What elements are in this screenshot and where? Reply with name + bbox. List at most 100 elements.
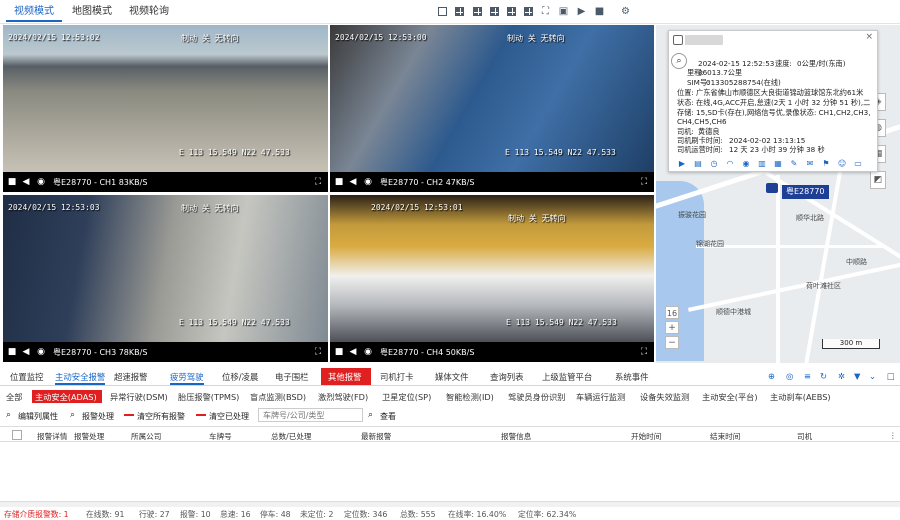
subtab-all[interactable]: 全部 xyxy=(6,391,22,403)
target-icon[interactable]: ◎ xyxy=(786,371,793,381)
search-input[interactable] xyxy=(258,408,363,422)
subtab-adas[interactable]: 主动安全(ADAS) xyxy=(35,391,97,403)
map-measure-icon[interactable]: ◩ xyxy=(870,171,886,189)
subtab-id[interactable]: 智能检测(ID) xyxy=(446,391,494,403)
vehicle-label[interactable]: 粤E28770 xyxy=(782,185,829,199)
wrench-icon[interactable]: ✎ xyxy=(789,159,799,169)
column-header[interactable]: 报警详情 xyxy=(37,431,67,442)
tab-fatigue-driving[interactable]: 疲劳驾驶 xyxy=(170,371,204,385)
clear-all-button[interactable]: 清空所有报警 xyxy=(137,411,185,422)
collapse-icon[interactable]: ⌄ xyxy=(869,371,876,381)
tab-video-polling[interactable]: 视频轮询 xyxy=(121,4,177,22)
column-header[interactable]: 司机 xyxy=(797,431,812,442)
tab-upper-platform[interactable]: 上级监管平台 xyxy=(542,371,592,383)
subtab-dsm[interactable]: 异常行驶(DSM) xyxy=(110,391,168,403)
user-icon[interactable]: ☺ xyxy=(837,159,847,169)
subtab-aebs[interactable]: 主动刹车(AEBS) xyxy=(770,391,831,403)
settings-icon[interactable]: ⚙ xyxy=(620,6,631,17)
record-stop-icon[interactable]: ■ xyxy=(334,177,344,187)
edit-columns-button[interactable]: 编辑列属性 xyxy=(18,411,58,422)
grid-icon[interactable]: ▦ xyxy=(773,159,783,169)
snapshot-icon[interactable]: ▣ xyxy=(558,6,569,17)
volume-icon[interactable]: ◀ xyxy=(348,347,358,357)
layout-3x3-icon[interactable] xyxy=(472,6,483,17)
tab-system-events[interactable]: 系统事件 xyxy=(615,371,649,383)
camera-icon[interactable]: ◉ xyxy=(36,177,46,187)
horizontal-scrollbar[interactable] xyxy=(0,501,900,507)
subtab-driver-id[interactable]: 驾驶员身份识别 xyxy=(508,391,565,403)
subtab-sp[interactable]: 卫星定位(SP) xyxy=(382,391,431,403)
volume-icon[interactable]: ◀ xyxy=(21,347,31,357)
video-panel-ch1[interactable]: 2024/02/15 12:53:02 制动 关 无转向 E 113 15.54… xyxy=(3,25,328,192)
column-header[interactable]: 总数/已处理 xyxy=(271,431,312,442)
column-header[interactable]: 所属公司 xyxy=(131,431,161,442)
subtab-fd[interactable]: 激烈驾驶(FD) xyxy=(318,391,368,403)
close-icon[interactable]: × xyxy=(865,32,873,42)
layout-5x5-icon[interactable] xyxy=(506,6,517,17)
tab-video-mode[interactable]: 视频模式 xyxy=(6,4,62,22)
record-stop-icon[interactable]: ■ xyxy=(7,177,17,187)
settings-icon[interactable]: ✲ xyxy=(838,371,845,381)
layout-2x2-icon[interactable] xyxy=(454,6,465,17)
select-all-checkbox[interactable] xyxy=(12,430,22,440)
column-header[interactable]: 车牌号 xyxy=(209,431,232,442)
window-icon[interactable]: □ xyxy=(887,371,895,381)
file-icon[interactable]: ▥ xyxy=(757,159,767,169)
play-icon[interactable]: ▶ xyxy=(576,6,587,17)
volume-icon[interactable]: ◀ xyxy=(21,177,31,187)
fullscreen-icon[interactable]: ⛶ xyxy=(313,347,323,357)
video-panel-ch4[interactable]: 2024/02/15 12:53:01 制动 关 无转向 E 113 15.54… xyxy=(330,195,654,362)
volume-icon[interactable]: ◀ xyxy=(348,177,358,187)
record-stop-icon[interactable]: ■ xyxy=(7,347,17,357)
tab-media-files[interactable]: 媒体文件 xyxy=(435,371,469,383)
camera-icon[interactable]: ◉ xyxy=(363,347,373,357)
subtab-platform-safety[interactable]: 主动安全(平台) xyxy=(702,391,758,403)
subtab-vehicle-monitor[interactable]: 车辆运行监测 xyxy=(576,391,625,403)
tab-query-list[interactable]: 查询列表 xyxy=(490,371,524,383)
column-header[interactable]: 最新报警 xyxy=(361,431,391,442)
tab-location-monitoring[interactable]: 位置监控 xyxy=(10,371,44,383)
stop-icon[interactable]: ■ xyxy=(594,6,605,17)
monitor-icon[interactable]: ▭ xyxy=(853,159,863,169)
clear-handled-button[interactable]: 清空已处理 xyxy=(209,411,249,422)
zoom-in-button[interactable]: + xyxy=(665,321,679,334)
zoom-out-button[interactable]: − xyxy=(665,336,679,349)
tab-other-alarm[interactable]: 其他报警 xyxy=(328,371,362,383)
flag-icon[interactable]: ⚑ xyxy=(821,159,831,169)
camera-icon[interactable]: ◉ xyxy=(36,347,46,357)
column-header[interactable]: 结束时间 xyxy=(710,431,740,442)
column-header[interactable]: 开始时间 xyxy=(631,431,661,442)
video-play-icon[interactable]: ▶ xyxy=(677,159,687,169)
alarm-handle-button[interactable]: 报警处理 xyxy=(82,411,114,422)
history-icon[interactable]: ◷ xyxy=(709,159,719,169)
camera-icon[interactable]: ◉ xyxy=(363,177,373,187)
subtab-device-failure[interactable]: 设备失效监测 xyxy=(640,391,689,403)
layout-1x1-icon[interactable] xyxy=(437,6,448,17)
record-stop-icon[interactable]: ■ xyxy=(334,347,344,357)
layout-6x6-icon[interactable] xyxy=(523,6,534,17)
tab-driver-checkin[interactable]: 司机打卡 xyxy=(380,371,414,383)
column-header[interactable]: 报警信息 xyxy=(501,431,531,442)
tab-geofence[interactable]: 电子围栏 xyxy=(275,371,309,383)
fullscreen-icon[interactable]: ⛶ xyxy=(639,347,649,357)
subtab-tpms[interactable]: 胎压报警(TPMS) xyxy=(178,391,239,403)
layout-4x4-icon[interactable] xyxy=(489,6,500,17)
refresh-icon[interactable]: ↻ xyxy=(820,371,827,381)
fullscreen-icon[interactable]: ⛶ xyxy=(540,6,551,17)
video-panel-ch2[interactable]: 2024/02/15 12:53:00 制动 关 无转向 E 113 15.54… xyxy=(330,25,654,192)
tab-map-mode[interactable]: 地图模式 xyxy=(64,4,120,22)
vehicle-marker-icon[interactable] xyxy=(766,183,778,193)
fullscreen-icon[interactable]: ⛶ xyxy=(639,177,649,187)
video-panel-ch3[interactable]: 2024/02/15 12:53:03 制动 关 无转向 E 113 15.54… xyxy=(3,195,328,362)
tab-active-safety-alarm[interactable]: 主动安全报警 xyxy=(55,371,106,385)
locate-icon[interactable]: ⊕ xyxy=(768,371,775,381)
camera-icon[interactable]: ◉ xyxy=(741,159,751,169)
search-icon[interactable]: ⌕ xyxy=(671,53,687,69)
tab-speed-alarm[interactable]: 超速报警 xyxy=(114,371,148,383)
message-icon[interactable]: ✉ xyxy=(805,159,815,169)
fullscreen-icon[interactable]: ⛶ xyxy=(313,177,323,187)
column-header[interactable]: 报警处理 xyxy=(74,431,104,442)
document-icon[interactable]: ▤ xyxy=(693,159,703,169)
view-button[interactable]: 查看 xyxy=(380,411,396,422)
tab-displacement[interactable]: 位移/凌晨 xyxy=(222,371,258,383)
